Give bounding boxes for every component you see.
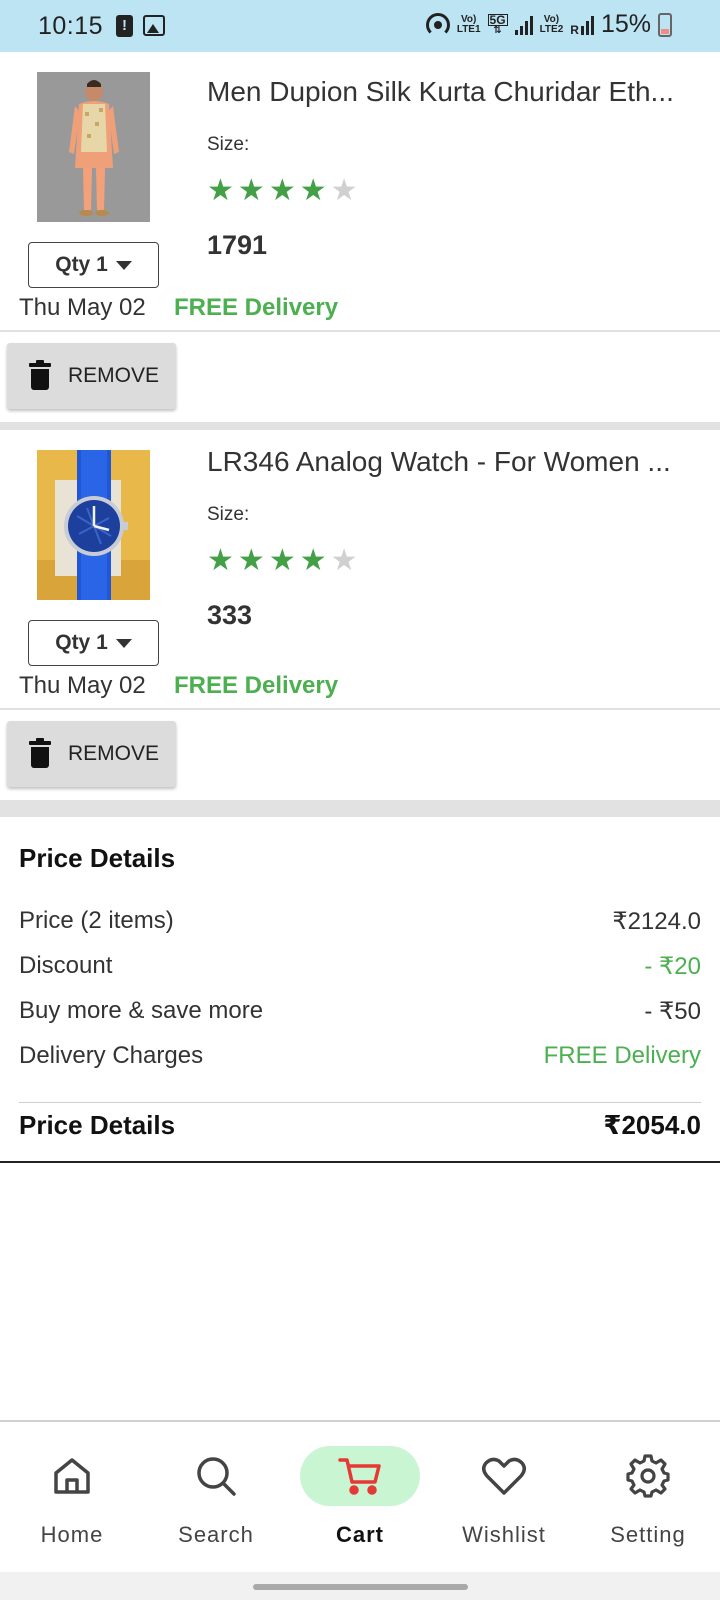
nav-label-home: Home: [40, 1522, 104, 1547]
total-label: Price Details: [19, 1110, 176, 1140]
status-notification-icons: !: [116, 15, 165, 37]
size-label: Size:: [207, 134, 250, 155]
save-more-row-label: Buy more & save more: [19, 997, 264, 1024]
network-5g-icon: 5G ⇅: [487, 12, 508, 36]
signal-roaming-icon: R: [570, 15, 594, 36]
delivery-date: Thu May 02: [19, 294, 146, 321]
nav-label-cart: Cart: [335, 1522, 384, 1547]
status-system-icons: Vo) LTE1 5G ⇅ Vo) LTE2 R 15%: [425, 10, 672, 39]
star-filled-icon: ★: [237, 174, 265, 207]
signal-icon: [514, 15, 533, 35]
price-details-heading: Price Details: [19, 843, 176, 873]
price-details-panel: Price Details Price (2 items) ₹2124.0 Di…: [0, 817, 720, 1163]
delivery-charges-row: Delivery Charges FREE Delivery: [19, 1042, 701, 1070]
star-filled-icon: ★: [237, 544, 265, 577]
nav-label-search: Search: [178, 1522, 254, 1547]
image-icon: [143, 15, 165, 36]
total-row: Price Details ₹2054.0: [19, 1110, 701, 1141]
star-filled-icon: ★: [299, 544, 327, 577]
volte2-icon: Vo) LTE2: [539, 13, 564, 35]
cart-item: Men Dupion Silk Kurta Churidar Eth... Si…: [0, 52, 720, 422]
star-filled-icon: ★: [207, 544, 234, 577]
home-icon: [12, 1446, 132, 1506]
search-icon: [156, 1446, 276, 1506]
bottom-navigation: Home Search Cart Wishlist Setting: [0, 1420, 720, 1572]
star-filled-icon: ★: [268, 544, 296, 577]
rating-stars: ★ ★ ★ ★ ★: [207, 176, 358, 206]
discount-row-label: Discount: [19, 952, 113, 979]
trash-icon: [29, 738, 51, 768]
heart-icon: [444, 1446, 564, 1506]
nav-label-setting: Setting: [610, 1522, 686, 1547]
star-filled-icon: ★: [268, 174, 296, 207]
price-row-value: ₹2124.0: [612, 908, 701, 935]
alert-icon: !: [116, 15, 133, 37]
quantity-dropdown[interactable]: Qty 1: [28, 242, 159, 288]
volte1-icon: Vo) LTE1: [456, 13, 481, 35]
divider: [0, 708, 720, 710]
product-image-watch[interactable]: [37, 450, 150, 600]
price-row-label: Price (2 items): [19, 907, 174, 934]
caret-down-icon: [115, 638, 132, 648]
total-value: ₹2054.0: [603, 1110, 701, 1140]
product-image-kurta[interactable]: [37, 72, 150, 222]
product-title[interactable]: Men Dupion Silk Kurta Churidar Eth...: [207, 76, 697, 108]
remove-label: REMOVE: [68, 742, 160, 765]
discount-row: Discount - ₹20: [19, 952, 701, 981]
price-row: Price (2 items) ₹2124.0: [19, 907, 701, 936]
battery-icon: [658, 12, 672, 37]
cart-icon: [300, 1446, 420, 1506]
delivery-charges-value: FREE Delivery: [543, 1042, 701, 1069]
caret-down-icon: [115, 260, 132, 270]
rating-stars: ★ ★ ★ ★ ★: [207, 546, 358, 576]
hotspot-icon: [425, 12, 450, 37]
star-filled-icon: ★: [299, 174, 327, 207]
nav-label-wishlist: Wishlist: [462, 1522, 546, 1547]
status-time: 10:15: [38, 12, 104, 40]
quantity-label: Qty 1: [55, 253, 108, 276]
quantity-dropdown[interactable]: Qty 1: [28, 620, 159, 666]
nav-item-search[interactable]: Search: [144, 1422, 288, 1572]
battery-percent: 15%: [600, 10, 651, 38]
remove-button[interactable]: REMOVE: [7, 721, 176, 787]
nav-item-setting[interactable]: Setting: [576, 1422, 720, 1572]
trash-icon: [29, 360, 51, 390]
home-gesture-handle[interactable]: [253, 1584, 468, 1590]
divider: [0, 330, 720, 332]
nav-item-cart[interactable]: Cart: [288, 1422, 432, 1572]
product-price: 1791: [207, 230, 268, 260]
divider: [19, 1102, 701, 1103]
delivery-date: Thu May 02: [19, 672, 146, 699]
product-price: 333: [207, 600, 253, 630]
size-label: Size:: [207, 504, 250, 525]
discount-row-value: - ₹20: [644, 953, 701, 980]
delivery-charges-label: Delivery Charges: [19, 1042, 204, 1069]
gesture-navigation-area: [0, 1572, 720, 1600]
save-more-row-value: - ₹50: [644, 998, 701, 1025]
save-more-row: Buy more & save more - ₹50: [19, 997, 701, 1026]
remove-label: REMOVE: [68, 364, 160, 387]
star-empty-icon: ★: [330, 544, 358, 577]
quantity-label: Qty 1: [55, 631, 108, 654]
section-separator: [0, 800, 720, 817]
status-bar: 10:15 ! Vo) LTE1 5G ⇅ Vo) LTE2 R 15%: [0, 0, 720, 52]
delivery-status: FREE Delivery: [174, 294, 339, 321]
star-filled-icon: ★: [207, 174, 234, 207]
star-empty-icon: ★: [330, 174, 358, 207]
nav-item-home[interactable]: Home: [0, 1422, 144, 1572]
delivery-status: FREE Delivery: [174, 672, 339, 699]
product-title[interactable]: LR346 Analog Watch - For Women ...: [207, 446, 697, 478]
cart-item: LR346 Analog Watch - For Women ... Size:…: [0, 430, 720, 800]
gear-icon: [588, 1446, 708, 1506]
remove-button[interactable]: REMOVE: [7, 343, 176, 409]
nav-item-wishlist[interactable]: Wishlist: [432, 1422, 576, 1572]
